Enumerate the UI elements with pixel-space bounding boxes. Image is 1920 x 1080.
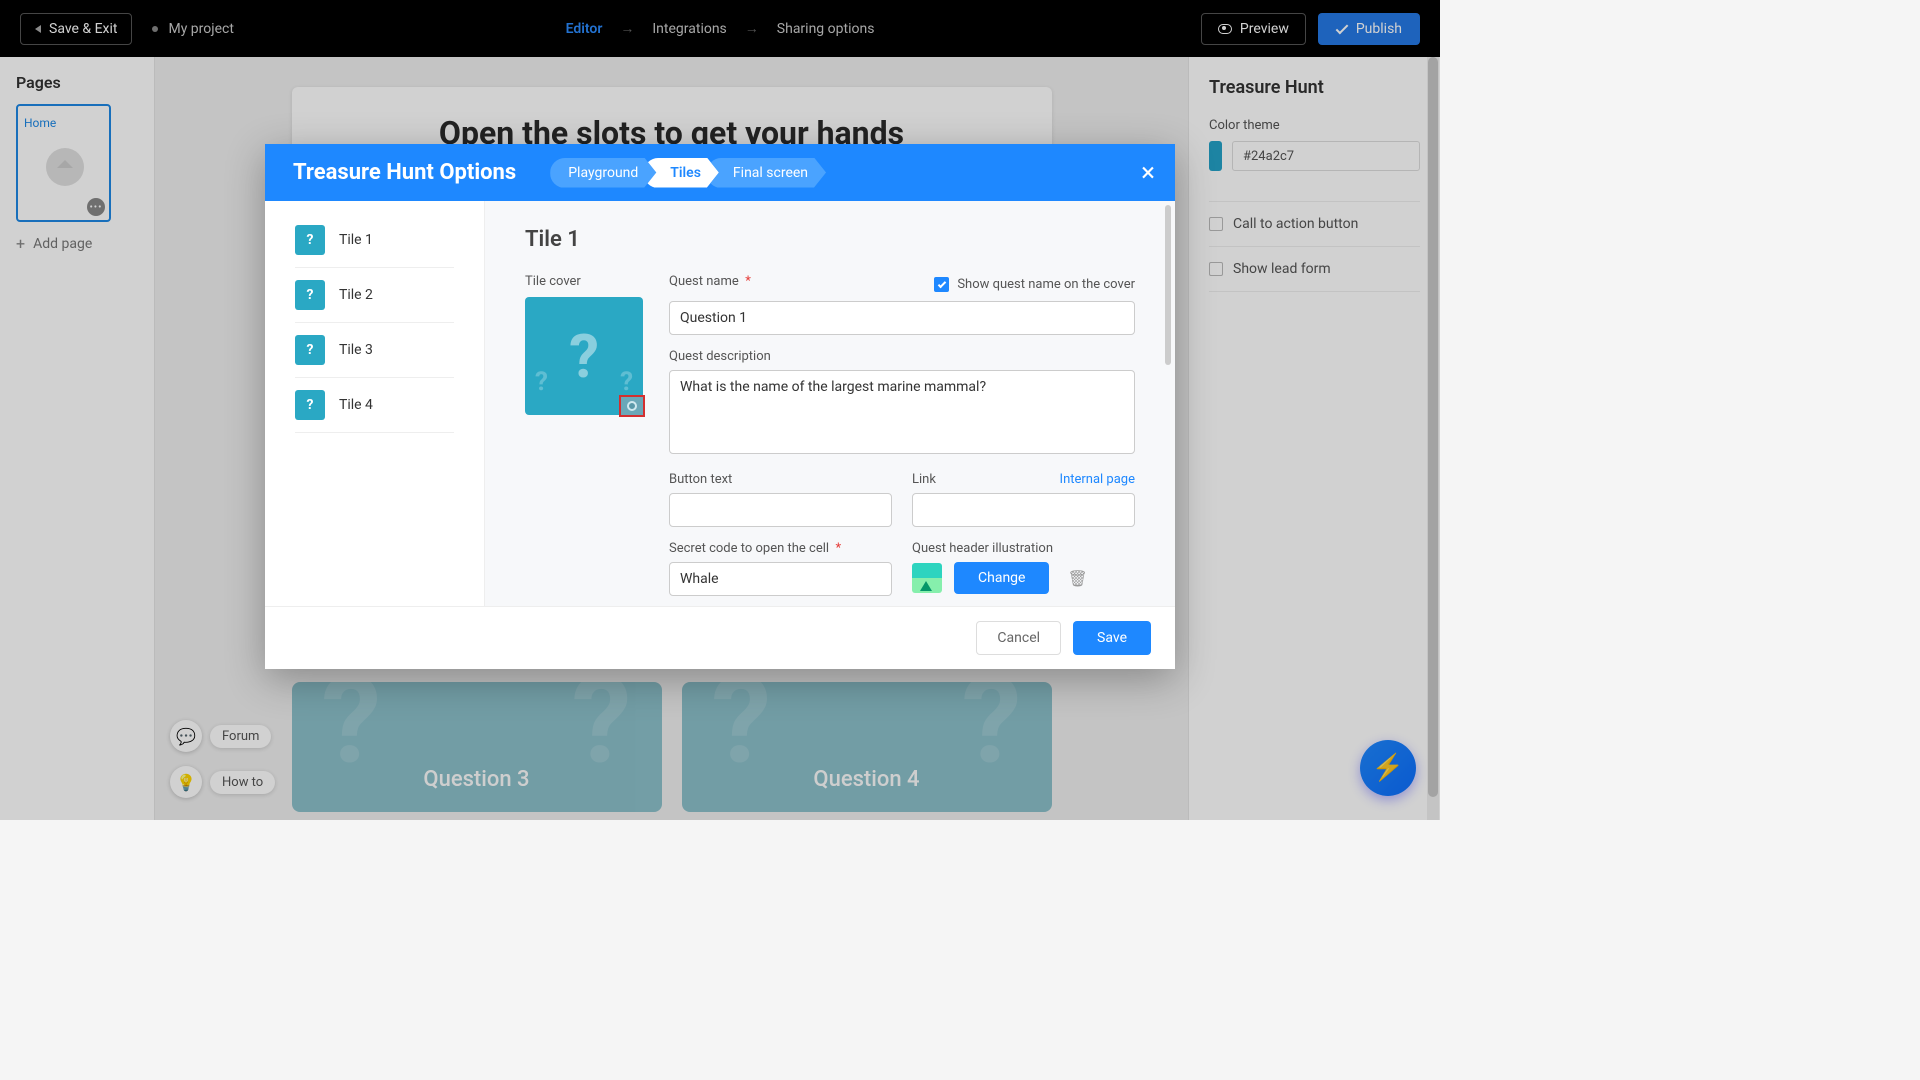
- modal-footer: Cancel Save: [265, 606, 1175, 669]
- step-final[interactable]: Final screen: [707, 158, 826, 188]
- question-mark-icon: ?: [535, 367, 548, 397]
- show-name-checkbox[interactable]: Show quest name on the cover: [934, 277, 1135, 292]
- secret-code-field: Secret code to open the cell *: [669, 541, 892, 596]
- cover-label: Tile cover: [525, 274, 645, 289]
- modal-close-button[interactable]: ×: [1141, 160, 1155, 186]
- illustration-field: Quest header illustration Change 🗑: [912, 541, 1135, 596]
- illustration-thumbnail[interactable]: [912, 563, 942, 593]
- button-link-row: Button text Link Internal page: [669, 472, 1135, 527]
- fields-column: Quest name * Show quest name on the cove…: [669, 274, 1135, 596]
- illustration-label: Quest header illustration: [912, 541, 1135, 556]
- tile-list-item[interactable]: ? Tile 1: [295, 213, 454, 268]
- show-name-label: Show quest name on the cover: [957, 277, 1135, 292]
- tile-thumb-icon: ?: [295, 390, 325, 420]
- required-star-icon: *: [836, 541, 842, 556]
- quest-name-field: Quest name * Show quest name on the cove…: [669, 274, 1135, 335]
- close-icon: ×: [1141, 158, 1155, 188]
- modal-stepper: Playground Tiles Final screen: [550, 158, 826, 188]
- quest-name-input[interactable]: [669, 301, 1135, 335]
- button-text-field: Button text: [669, 472, 892, 527]
- modal-title: Treasure Hunt Options: [293, 160, 516, 185]
- handle-icon: [627, 401, 637, 411]
- tile-thumb-icon: ?: [295, 225, 325, 255]
- modal-header: Treasure Hunt Options Playground Tiles F…: [265, 144, 1175, 201]
- tile-form: Tile 1 Tile cover ? ? ?: [485, 201, 1175, 606]
- quest-desc-field: Quest description: [669, 349, 1135, 458]
- link-label: Link: [912, 472, 936, 487]
- modal-body: ? Tile 1 ? Tile 2 ? Tile 3 ? Tile 4 Tile…: [265, 201, 1175, 606]
- question-mark-icon: ?: [620, 367, 633, 397]
- tile-list-item[interactable]: ? Tile 3: [295, 323, 454, 378]
- secret-code-label: Secret code to open the cell *: [669, 541, 892, 556]
- secret-code-input[interactable]: [669, 562, 892, 596]
- treasure-hunt-options-modal: Treasure Hunt Options Playground Tiles F…: [265, 144, 1175, 669]
- tile-list-label: Tile 2: [339, 287, 373, 303]
- button-text-label: Button text: [669, 472, 892, 487]
- secret-illus-row: Secret code to open the cell * Quest hea…: [669, 541, 1135, 596]
- tile-form-heading: Tile 1: [525, 227, 1135, 252]
- cancel-button[interactable]: Cancel: [976, 621, 1061, 655]
- tile-thumb-icon: ?: [295, 280, 325, 310]
- tile-list-item[interactable]: ? Tile 2: [295, 268, 454, 323]
- tile-list: ? Tile 1 ? Tile 2 ? Tile 3 ? Tile 4: [265, 201, 485, 606]
- trash-icon[interactable]: 🗑: [1067, 569, 1087, 588]
- cover-column: Tile cover ? ? ?: [525, 274, 645, 596]
- question-mark-icon: ?: [569, 321, 599, 392]
- tile-list-label: Tile 3: [339, 342, 373, 358]
- quest-name-label: Quest name *: [669, 274, 751, 289]
- tile-list-label: Tile 1: [339, 232, 373, 248]
- change-illustration-button[interactable]: Change: [954, 562, 1049, 594]
- quest-desc-input[interactable]: [669, 370, 1135, 454]
- save-button[interactable]: Save: [1073, 621, 1151, 655]
- tile-list-item[interactable]: ? Tile 4: [295, 378, 454, 433]
- modal-scrollbar[interactable]: [1165, 205, 1171, 365]
- button-text-input[interactable]: [669, 493, 892, 527]
- step-playground[interactable]: Playground: [550, 158, 656, 188]
- quest-desc-label: Quest description: [669, 349, 1135, 364]
- link-field: Link Internal page: [912, 472, 1135, 527]
- cover-resize-handle[interactable]: [619, 395, 645, 417]
- required-star-icon: *: [745, 274, 751, 289]
- tile-cover-preview[interactable]: ? ? ?: [525, 297, 643, 415]
- tile-thumb-icon: ?: [295, 335, 325, 365]
- internal-page-link[interactable]: Internal page: [1060, 472, 1135, 487]
- link-input[interactable]: [912, 493, 1135, 527]
- checkbox-checked-icon: [934, 277, 949, 292]
- tile-list-label: Tile 4: [339, 397, 373, 413]
